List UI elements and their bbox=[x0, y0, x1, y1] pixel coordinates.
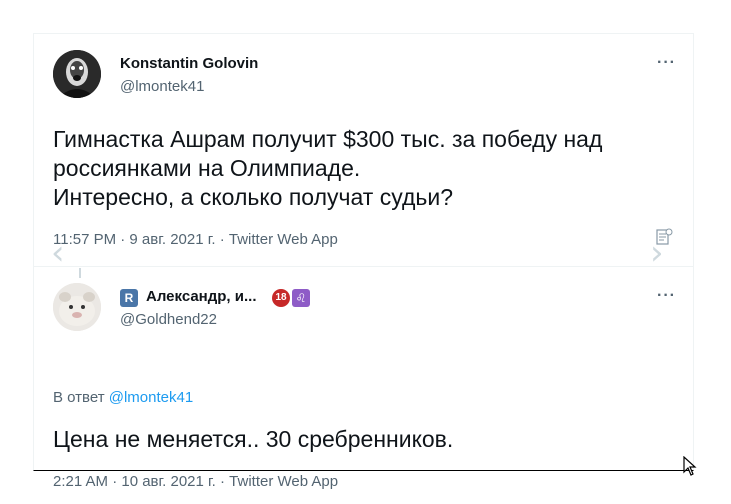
leo-zodiac-icon: ♌ bbox=[292, 289, 310, 307]
author-handle[interactable]: @lmontek41 bbox=[120, 78, 204, 95]
reply-timestamp[interactable]: 2:21 AM · 10 авг. 2021 г. · Twitter Web … bbox=[53, 473, 338, 490]
author-avatar[interactable] bbox=[53, 50, 101, 98]
previous-arrow-icon[interactable]: ‹ bbox=[51, 233, 65, 273]
reply-text: Цена не меняется.. 30 сребренников. bbox=[53, 426, 454, 452]
author-name[interactable]: Konstantin Golovin bbox=[120, 55, 258, 72]
more-options-button[interactable]: ··· bbox=[657, 54, 676, 72]
tweet-timestamp[interactable]: 11:57 PM · 9 авг. 2021 г. · Twitter Web … bbox=[53, 231, 338, 248]
reply-tweet[interactable]: R Александр, и... 18 ♌ @Goldhend22 ··· В… bbox=[34, 267, 693, 490]
age-18-badge-icon: 18 bbox=[272, 289, 290, 307]
mouse-cursor-icon bbox=[683, 455, 697, 481]
tweet-text-line: Гимнастка Ашрам получит $300 тыс. за поб… bbox=[53, 126, 603, 152]
r-badge-icon: R bbox=[120, 289, 138, 307]
reply-author-avatar[interactable] bbox=[53, 283, 101, 331]
replying-to-link[interactable]: @lmontek41 bbox=[109, 389, 193, 406]
replying-to-label: В ответ bbox=[53, 389, 105, 406]
main-tweet[interactable]: Konstantin Golovin @lmontek41 ··· Гимнас… bbox=[34, 34, 693, 267]
tweet-thread-card: Konstantin Golovin @lmontek41 ··· Гимнас… bbox=[33, 33, 694, 490]
next-arrow-icon[interactable]: › bbox=[650, 233, 664, 273]
reply-author-name[interactable]: Александр, и... bbox=[146, 288, 257, 305]
tweet-text-line: Интересно, а сколько получат судьи? bbox=[53, 184, 453, 210]
reply-author-handle[interactable]: @Goldhend22 bbox=[120, 311, 217, 328]
replying-to: В ответ @lmontek41 bbox=[53, 389, 193, 406]
tweet-text: Гимнастка Ашрам получит $300 тыс. за поб… bbox=[53, 125, 602, 212]
tweet-text-line: россиянками на Олимпиаде. bbox=[53, 155, 361, 181]
reply-more-options-button[interactable]: ··· bbox=[657, 287, 676, 305]
